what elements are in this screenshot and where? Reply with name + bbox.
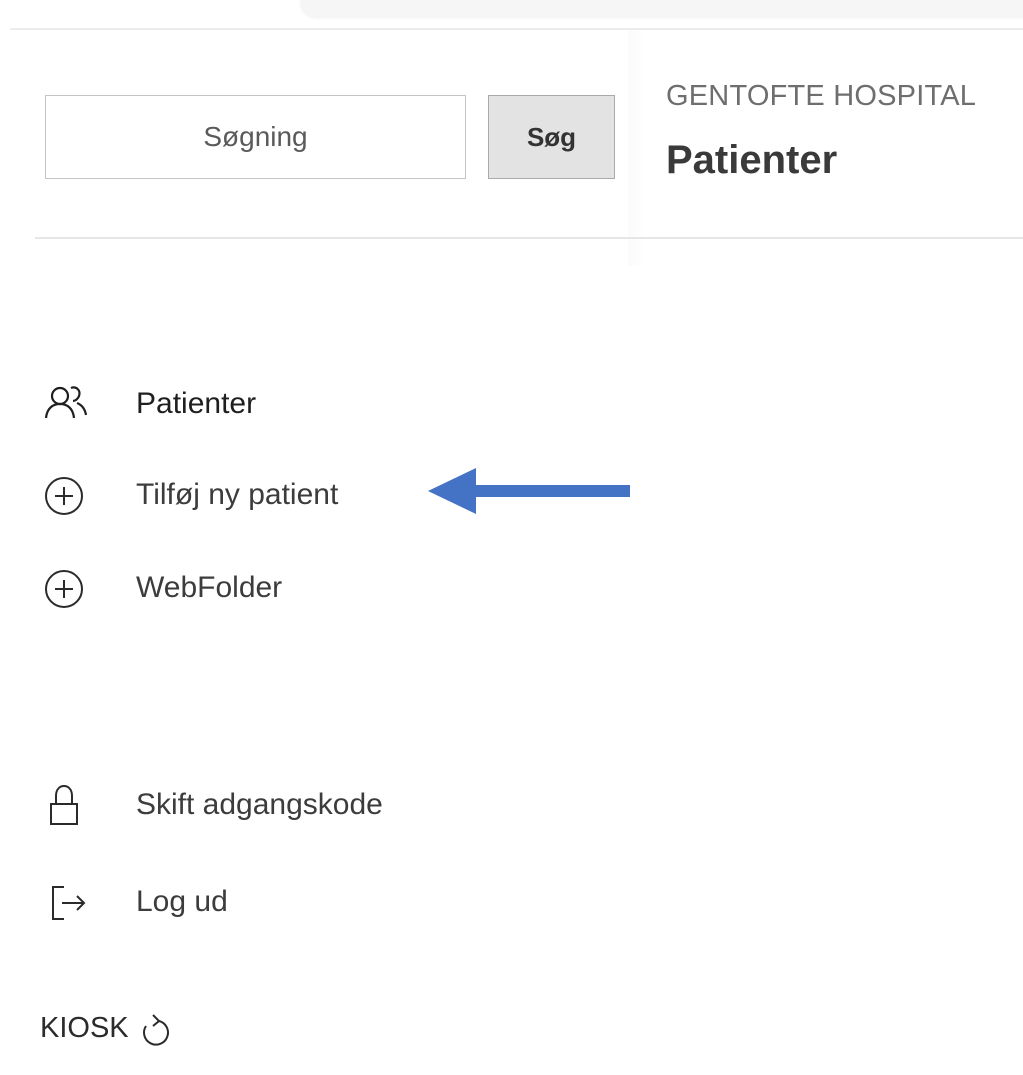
menu-item-label: WebFolder xyxy=(136,571,283,604)
page: Søg GENTOFTE HOSPITAL Patienter Patiente… xyxy=(0,0,1023,1075)
plus-circle-icon xyxy=(40,472,92,518)
menu-item-label: Tilføj ny patient xyxy=(136,478,339,511)
menu-item-change-password[interactable]: Skift adgangskode xyxy=(40,780,383,830)
kiosk-section: KIOSK xyxy=(40,1003,173,1053)
hospital-name: GENTOFTE HOSPITAL xyxy=(666,80,977,112)
plus-circle-icon xyxy=(40,565,92,611)
menu-item-label: Log ud xyxy=(136,885,228,918)
search-input[interactable] xyxy=(45,95,466,179)
menu-item-add-patient[interactable]: Tilføj ny patient xyxy=(40,470,338,520)
lock-icon xyxy=(40,782,92,828)
kiosk-label: KIOSK xyxy=(40,1011,129,1044)
header-divider xyxy=(35,237,1023,239)
sign-out-icon xyxy=(40,879,92,925)
users-icon xyxy=(40,381,92,427)
menu-item-patients[interactable]: Patienter xyxy=(40,379,256,429)
menu-item-webfolder[interactable]: WebFolder xyxy=(40,563,282,613)
menu-item-label: Patienter xyxy=(136,387,257,420)
menu-item-logout[interactable]: Log ud xyxy=(40,877,228,927)
annotation-arrow xyxy=(428,468,630,514)
page-title: Patienter xyxy=(666,138,838,182)
refresh-icon[interactable] xyxy=(137,1008,173,1048)
top-strip xyxy=(300,0,1023,16)
search-button[interactable]: Søg xyxy=(488,95,615,179)
menu-item-label: Skift adgangskode xyxy=(136,788,383,821)
